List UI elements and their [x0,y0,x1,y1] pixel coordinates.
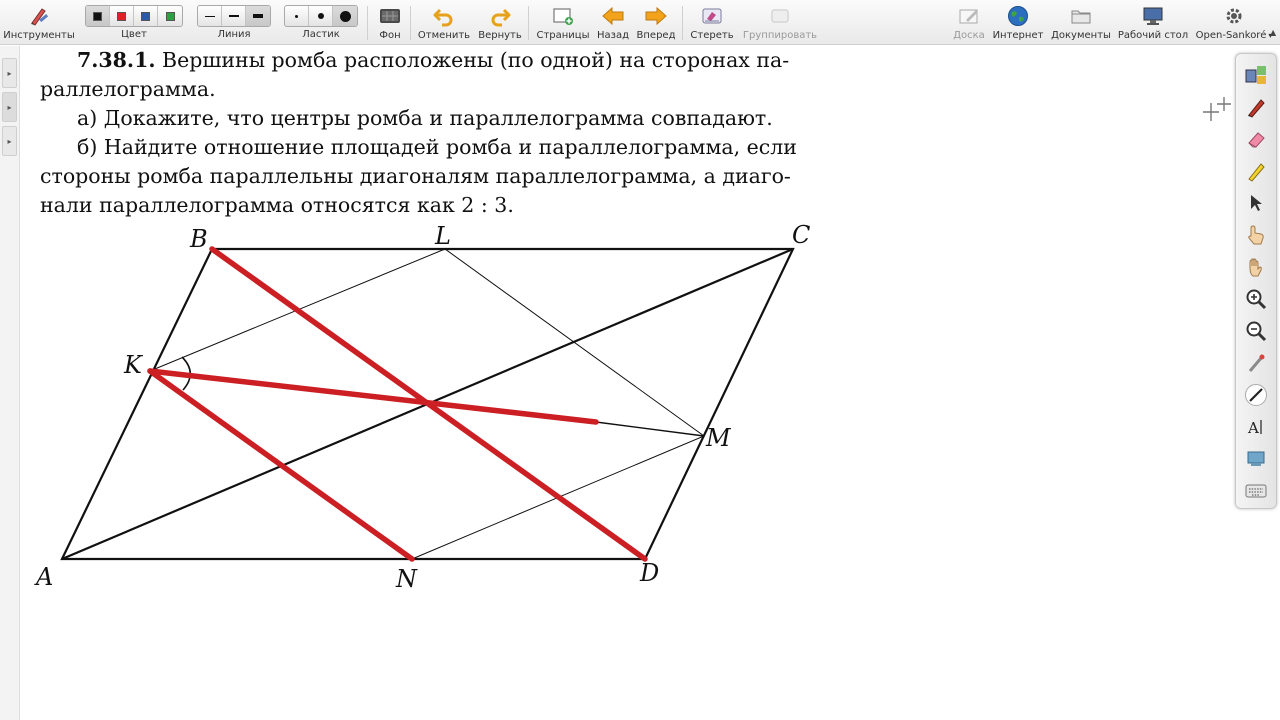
open-sankore-text: Open-Sankoré [1195,30,1267,41]
desktop-button[interactable]: Рабочий стол [1116,0,1190,45]
label-L: L [434,222,451,250]
documents-button[interactable]: Документы [1050,0,1112,45]
hand-pointer-icon[interactable] [1243,222,1269,248]
eraser-icon[interactable] [1243,126,1269,152]
folder-icon [1069,4,1093,28]
capture-icon[interactable] [1243,446,1269,472]
zoom-in-icon[interactable] [1243,286,1269,312]
highlighter-icon[interactable] [1243,158,1269,184]
label-D: D [639,559,659,587]
stack-icon[interactable] [1243,62,1269,88]
board-label: Доска [953,30,985,41]
label-K: K [123,351,144,379]
board-button[interactable]: Доска [952,0,986,45]
label-A: A [34,563,53,591]
text-icon[interactable]: A [1243,414,1269,440]
svg-text:A: A [1247,419,1259,437]
internet-label: Интернет [992,30,1044,41]
pointer-icon[interactable] [1243,190,1269,216]
laser-icon[interactable] [1243,350,1269,376]
internet-button[interactable]: Интернет [992,0,1044,45]
label-N: N [395,565,418,593]
crosshair-cursor-icon [1203,97,1233,123]
hand-icon[interactable] [1243,254,1269,280]
line-icon[interactable] [1243,382,1269,408]
open-sankore-button[interactable]: Open-Sankoré ▾ [1194,0,1274,45]
annotation-line-KM [147,368,599,425]
pen-icon[interactable] [1243,94,1269,120]
stylus-palette: A [1235,53,1277,509]
board-pen-icon [957,4,981,28]
label-C: C [792,221,810,249]
label-B: B [189,225,208,253]
desktop-label: Рабочий стол [1117,30,1189,41]
label-M: M [705,424,732,452]
gear-icon [1222,4,1246,28]
monitor-icon [1141,4,1165,28]
documents-label: Документы [1051,30,1111,41]
zoom-out-icon[interactable] [1243,318,1269,344]
globe-icon [1006,4,1030,28]
geometry-figure: A B C D K L M N [34,221,810,593]
keyboard-icon[interactable] [1243,478,1269,504]
collapse-up-icon[interactable]: ▲ [1270,28,1276,37]
open-sankore-label: Open-Sankoré ▾ [1196,30,1273,41]
